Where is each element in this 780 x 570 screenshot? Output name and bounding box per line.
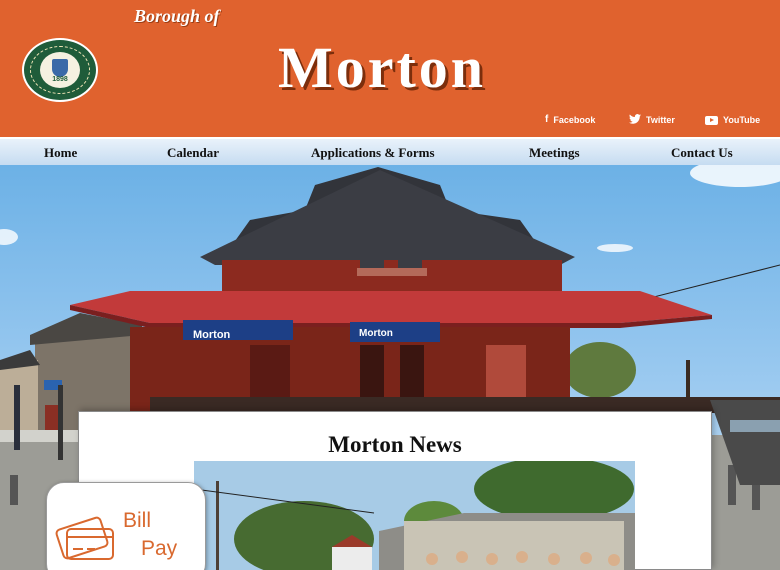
twitter-label: Twitter xyxy=(646,115,675,125)
site-header: 1898 Borough of Morton f Facebook Twitte… xyxy=(0,0,780,137)
bill-pay-button[interactable]: Bill Pay xyxy=(46,482,206,570)
youtube-link[interactable]: YouTube xyxy=(705,113,760,127)
station-sign-right: Morton xyxy=(359,328,393,339)
station-sign-left: Morton xyxy=(193,329,231,341)
nav-contact-us[interactable]: Contact Us xyxy=(671,145,733,161)
nav-calendar[interactable]: Calendar xyxy=(167,145,219,161)
main-nav: Home Calendar Applications & Forms Meeti… xyxy=(0,139,780,165)
nav-home[interactable]: Home xyxy=(44,145,77,161)
facebook-icon: f xyxy=(545,114,549,125)
bill-pay-line1: Bill xyxy=(123,509,152,532)
borough-seal-logo[interactable]: 1898 xyxy=(22,38,98,102)
seal-center: 1898 xyxy=(40,52,80,88)
news-photo-image xyxy=(194,461,635,570)
facebook-link[interactable]: f Facebook xyxy=(545,113,595,127)
site-title: Morton xyxy=(278,35,487,100)
news-photo[interactable] xyxy=(194,461,635,570)
bill-pay-label: Bill Pay xyxy=(123,507,177,563)
twitter-link[interactable]: Twitter xyxy=(629,113,675,127)
coat-of-arms-icon xyxy=(52,59,68,77)
bill-pay-line2: Pay xyxy=(141,537,178,560)
credit-card-icon xyxy=(55,516,114,560)
youtube-icon xyxy=(705,115,718,125)
site-subtitle: Borough of xyxy=(134,6,220,26)
nav-applications-forms[interactable]: Applications & Forms xyxy=(311,145,435,161)
facebook-label: Facebook xyxy=(553,115,596,125)
twitter-icon xyxy=(629,113,641,127)
youtube-label: YouTube xyxy=(723,115,761,125)
news-title: Morton News xyxy=(328,432,462,457)
nav-meetings[interactable]: Meetings xyxy=(529,145,580,161)
seal-year: 1898 xyxy=(52,76,68,83)
